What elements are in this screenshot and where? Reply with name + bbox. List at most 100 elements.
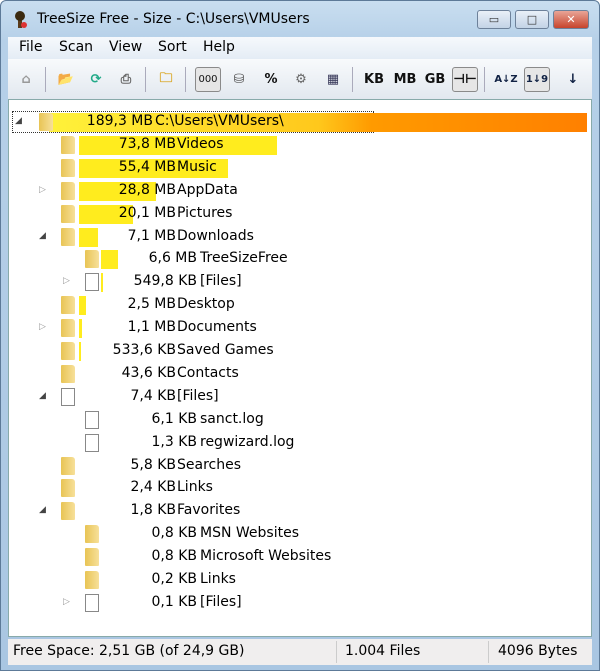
folder-icon — [39, 113, 53, 131]
size-text: 73,8 MB — [118, 135, 176, 152]
size-bar — [79, 319, 83, 339]
auto-unit-icon[interactable]: ⊣⊢ — [452, 67, 478, 92]
size-text: 549,8 KB — [133, 273, 197, 290]
explorer-icon[interactable]: 🗀 — [153, 67, 179, 92]
item-name: Contacts — [177, 364, 239, 381]
tree-row[interactable]: 6,1 KB sanct.log — [9, 409, 591, 431]
size-text: 533,6 KB — [112, 342, 176, 358]
tree-row[interactable]: 533,6 KB Saved Games — [9, 340, 591, 362]
folder-icon — [61, 227, 75, 246]
menu-help[interactable]: Help — [203, 39, 235, 55]
columns-icon[interactable]: ▦ — [320, 67, 346, 92]
file-icon — [85, 433, 99, 452]
up-folder-icon[interactable]: ⌂ — [13, 67, 39, 92]
scan-folder-icon[interactable]: 📂 — [53, 67, 79, 92]
sort-by-name-button[interactable]: A↓Z — [493, 67, 519, 92]
collapsed-triangle-icon[interactable]: ▷ — [63, 597, 70, 607]
allocated-space-icon[interactable]: ⛁ — [226, 67, 252, 92]
tree-row[interactable]: 0,8 KB MSN Websites — [9, 523, 591, 545]
print-icon[interactable]: ⎙ — [113, 67, 139, 92]
sort-descending-button[interactable]: ↓ — [560, 67, 586, 92]
expanded-triangle-icon[interactable]: ◢ — [39, 505, 46, 515]
tree-row[interactable]: ◢ 189,3 MB C:\Users\VMUsers\ — [9, 111, 591, 133]
folder-icon — [61, 502, 75, 521]
free-space-text: Free Space: 2,51 GB (of 24,9 GB) — [13, 643, 245, 659]
folder-icon — [85, 250, 99, 269]
item-name: [Files] — [200, 593, 242, 610]
size-text: 0,1 KB — [151, 593, 198, 610]
size-text: 1,3 KB — [151, 433, 198, 450]
collapsed-triangle-icon[interactable]: ▷ — [39, 322, 46, 332]
folder-icon — [61, 181, 75, 200]
item-name: Saved Games — [177, 342, 274, 358]
item-name: Downloads — [177, 227, 254, 244]
tree-row[interactable]: 43,6 KB Contacts — [9, 363, 591, 385]
item-name: sanct.log — [200, 410, 264, 427]
status-bar: Free Space: 2,51 GB (of 24,9 GB) 1.004 F… — [8, 639, 592, 665]
mb-button[interactable]: MB — [392, 67, 418, 92]
tree-row[interactable]: ▷ 0,1 KB [Files] — [9, 592, 591, 614]
size-text: 7,4 KB — [130, 387, 177, 404]
tree-row[interactable]: 1,3 KB regwizard.log — [9, 432, 591, 454]
size-bar — [101, 250, 118, 270]
percent-button[interactable]: % — [258, 67, 284, 92]
expanded-triangle-icon[interactable]: ◢ — [39, 231, 46, 241]
size-view-button[interactable]: 000 — [195, 67, 221, 92]
size-text: 0,8 KB — [151, 525, 198, 542]
tree-row[interactable]: 2,4 KB Links — [9, 477, 591, 499]
folder-icon — [61, 342, 75, 360]
kb-button[interactable]: KB — [361, 67, 387, 92]
size-text: 6,1 KB — [151, 410, 198, 427]
maximize-button[interactable]: □ — [515, 10, 549, 29]
size-bar — [79, 296, 86, 316]
menu-file[interactable]: File — [19, 39, 42, 55]
size-bar — [79, 227, 99, 247]
folder-icon — [61, 479, 75, 498]
sort-by-size-button[interactable]: 1↓9 — [524, 67, 550, 92]
size-text: 1,1 MB — [127, 319, 176, 336]
menu-view[interactable]: View — [109, 39, 142, 55]
tree-row[interactable]: ▷ 549,8 KB [Files] — [9, 271, 591, 293]
tree-row[interactable]: ▷ 28,8 MB AppData — [9, 180, 591, 202]
folder-tree[interactable]: ◢ 189,3 MB C:\Users\VMUsers\ 73,8 MB Videos 5… — [8, 99, 592, 637]
tree-row[interactable]: 20,1 MB Pictures — [9, 203, 591, 225]
tree-row[interactable]: 73,8 MB Videos — [9, 134, 591, 156]
minimize-button[interactable]: ▭ — [477, 10, 511, 29]
file-icon — [85, 273, 99, 292]
size-text: 28,8 MB — [118, 181, 176, 198]
item-name: Pictures — [177, 204, 233, 221]
menu-scan[interactable]: Scan — [59, 39, 93, 55]
item-name: C:\Users\VMUsers\ — [155, 113, 284, 129]
tree-row[interactable]: 0,8 KB Microsoft Websites — [9, 546, 591, 568]
tree-row[interactable]: 6,6 MB TreeSizeFree — [9, 248, 591, 270]
item-name: Videos — [177, 135, 224, 152]
tree-row[interactable]: ▷ 1,1 MB Documents — [9, 317, 591, 339]
file-count-icon[interactable]: ⚙ — [288, 67, 314, 92]
close-button[interactable]: ✕ — [553, 10, 589, 29]
menu-sort[interactable]: Sort — [158, 39, 187, 55]
item-name: Music — [177, 158, 217, 175]
tree-row[interactable]: 5,8 KB Searches — [9, 455, 591, 477]
tree-row[interactable]: 2,5 MB Desktop — [9, 294, 591, 316]
folder-icon — [61, 135, 75, 154]
item-name: [Files] — [177, 387, 219, 404]
collapsed-triangle-icon[interactable]: ▷ — [39, 185, 46, 195]
tree-row[interactable]: ◢ 1,8 KB Favorites — [9, 500, 591, 522]
window-title: TreeSize Free - Size - C:\Users\VMUsers — [37, 11, 310, 27]
tree-row[interactable]: ◢ 7,4 KB [Files] — [9, 386, 591, 408]
expanded-triangle-icon[interactable]: ◢ — [39, 391, 46, 401]
tree-row[interactable]: ◢ 7,1 MB Downloads — [9, 226, 591, 248]
tree-row[interactable]: 0,2 KB Links — [9, 569, 591, 591]
tree-row[interactable]: 55,4 MB Music — [9, 157, 591, 179]
item-name: Microsoft Websites — [200, 548, 332, 565]
treesize-window: TreeSize Free - Size - C:\Users\VMUsers … — [0, 0, 600, 671]
collapsed-triangle-icon[interactable]: ▷ — [63, 276, 70, 286]
title-bar: TreeSize Free - Size - C:\Users\VMUsers … — [1, 1, 599, 37]
item-name: Favorites — [177, 502, 241, 519]
folder-icon — [61, 319, 75, 338]
expanded-triangle-icon[interactable]: ◢ — [15, 116, 22, 126]
size-bar — [101, 273, 103, 293]
gb-button[interactable]: GB — [422, 67, 448, 92]
folder-icon — [85, 548, 99, 567]
refresh-icon[interactable]: ⟳ — [83, 67, 109, 92]
